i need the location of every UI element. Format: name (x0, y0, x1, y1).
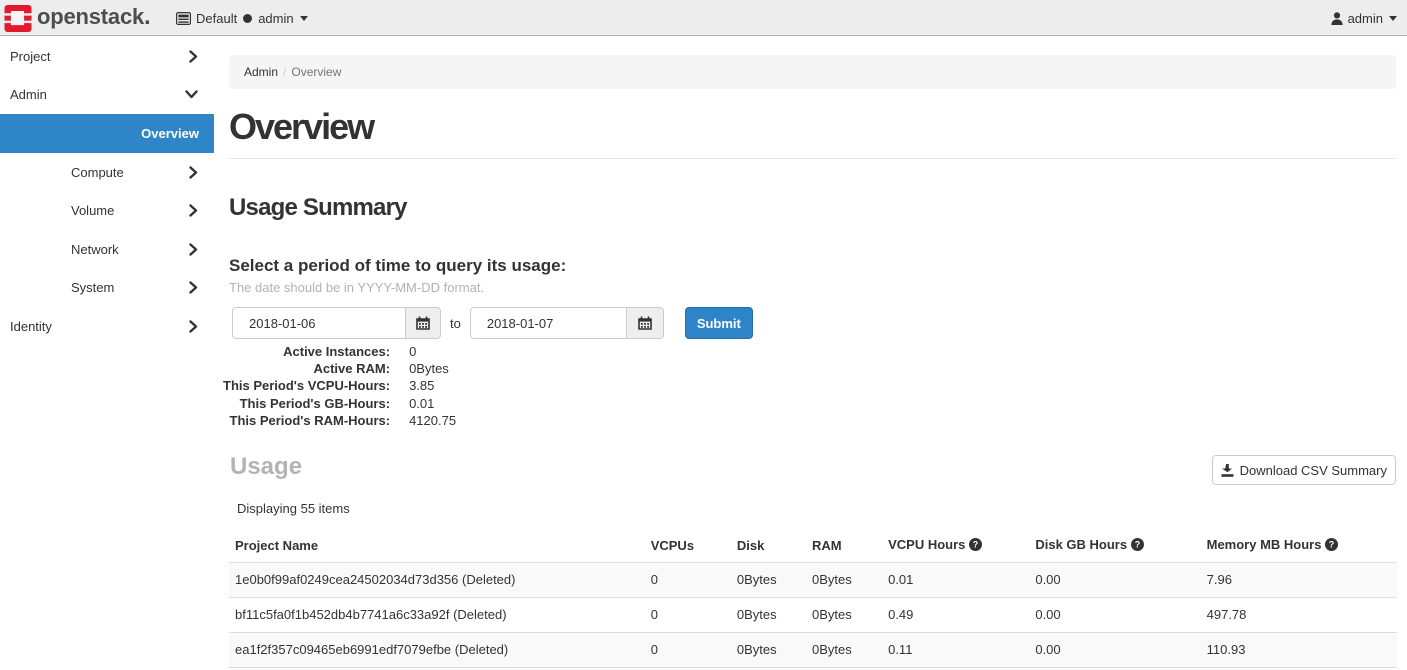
svg-text:?: ? (1135, 540, 1141, 550)
svg-text:?: ? (1329, 540, 1335, 550)
svg-text:?: ? (973, 540, 979, 550)
